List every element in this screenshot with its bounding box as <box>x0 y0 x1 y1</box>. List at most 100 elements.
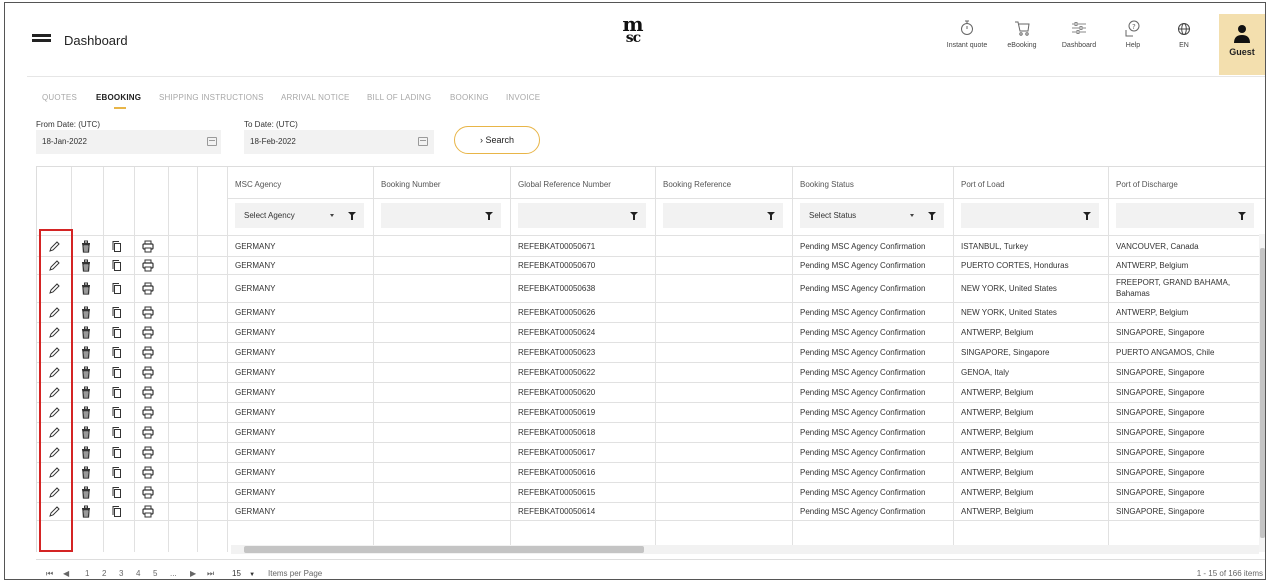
table-row[interactable]: GERMANY REFEBKAT00050623 Pending MSC Agenc… <box>37 343 1265 362</box>
copy-icon <box>112 467 121 478</box>
filter-icon[interactable] <box>485 212 493 220</box>
filter-icon[interactable] <box>630 212 638 220</box>
column-filter-field[interactable] <box>381 203 501 228</box>
column-filter-field[interactable]: Select Agency <box>235 203 364 228</box>
cell-agency: GERMANY <box>235 448 276 457</box>
page-1-button[interactable]: 1 <box>85 569 89 578</box>
print-icon <box>142 446 154 459</box>
table-row[interactable]: GERMANY REFEBKAT00050617 Pending MSC Agenc… <box>37 443 1265 462</box>
header-divider <box>27 76 1265 77</box>
page-3-button[interactable]: 3 <box>119 569 123 578</box>
column-header[interactable]: Port of Load <box>961 180 1005 189</box>
table-row[interactable]: GERMANY REFEBKAT00050624 Pending MSC Agenc… <box>37 323 1265 342</box>
horizontal-scrollbar[interactable] <box>231 545 1259 554</box>
vertical-scrollbar[interactable] <box>1259 234 1265 552</box>
cell-status: Pending MSC Agency Confirmation <box>800 284 926 293</box>
nav-instant-quote[interactable]: Instant quote <box>939 13 995 49</box>
copy-button[interactable] <box>111 282 123 300</box>
column-filter-field[interactable] <box>663 203 783 228</box>
last-page-button[interactable]: ⏭ <box>207 569 214 579</box>
column-filter-field[interactable]: Select Status <box>800 203 944 228</box>
table-row[interactable]: GERMANY REFEBKAT00050670 Pending MSC Agenc… <box>37 257 1265 274</box>
next-page-button[interactable]: ▶ <box>190 569 196 578</box>
cell-global-ref: REFEBKAT00050620 <box>518 388 596 397</box>
pagination-info: 1 - 15 of 166 items <box>1196 569 1263 578</box>
calendar-icon[interactable] <box>418 137 428 146</box>
page-4-button[interactable]: 4 <box>136 569 140 578</box>
tab-shipping-instructions[interactable]: SHIPPING INSTRUCTIONS <box>159 93 264 102</box>
page-2-button[interactable]: 2 <box>102 569 106 578</box>
calendar-icon[interactable] <box>207 137 217 146</box>
print-button[interactable] <box>142 282 154 300</box>
msc-logo[interactable]: m sc <box>613 14 653 45</box>
column-header[interactable]: Port of Discharge <box>1116 180 1178 189</box>
table-row[interactable]: GERMANY REFEBKAT00050622 Pending MSC Agenc… <box>37 363 1265 382</box>
cell-status: Pending MSC Agency Confirmation <box>800 388 926 397</box>
from-date-field[interactable]: 18-Jan-2022 <box>36 130 221 154</box>
column-filter-field[interactable] <box>1116 203 1254 228</box>
cell-pol: ANTWERP, Belgium <box>961 488 1034 497</box>
table-row[interactable]: GERMANY REFEBKAT00050618 Pending MSC Agenc… <box>37 423 1265 442</box>
tab-arrival-notice[interactable]: ARRIVAL NOTICE <box>281 93 350 102</box>
column-header[interactable]: MSC Agency <box>235 180 281 189</box>
scroll-thumb[interactable] <box>244 546 644 553</box>
print-icon <box>142 486 154 499</box>
table-row[interactable]: GERMANY REFEBKAT00050615 Pending MSC Agenc… <box>37 483 1265 502</box>
filter-icon[interactable] <box>928 212 936 220</box>
column-header[interactable]: Global Reference Number <box>518 180 611 189</box>
column-header[interactable]: Booking Status <box>800 180 854 189</box>
cell-global-ref: REFEBKAT00050626 <box>518 308 596 317</box>
to-date-label: To Date: (UTC) <box>244 120 298 129</box>
column-filter-field[interactable] <box>961 203 1099 228</box>
tab-bill-of-lading[interactable]: BILL OF LADING <box>367 93 431 102</box>
delete-icon <box>82 386 90 399</box>
chevron-right-icon: › <box>479 135 483 145</box>
filter-icon[interactable] <box>348 212 356 220</box>
search-button[interactable]: › Search <box>454 126 540 154</box>
cell-pol: NEW YORK, United States <box>961 308 1057 317</box>
first-page-button[interactable]: ⏮ <box>46 569 53 579</box>
tab-ebooking[interactable]: EBOOKING <box>96 93 142 109</box>
table-row[interactable]: GERMANY REFEBKAT00050638 Pending MSC Agenc… <box>37 275 1265 302</box>
tab-label: EBOOKING <box>96 93 142 102</box>
table-row[interactable]: GERMANY REFEBKAT00050616 Pending MSC Agenc… <box>37 463 1265 482</box>
table-row[interactable]: GERMANY REFEBKAT00050614 Pending MSC Agenc… <box>37 503 1265 520</box>
page-size-select[interactable]: 15 ▼ <box>232 569 255 578</box>
nav-ebooking[interactable]: eBooking <box>994 13 1050 49</box>
column-header[interactable]: Booking Reference <box>663 180 731 189</box>
filter-icon[interactable] <box>767 212 775 220</box>
nav-dashboard[interactable]: Dashboard <box>1051 13 1107 49</box>
menu-icon[interactable] <box>32 34 51 46</box>
filter-icon[interactable] <box>1083 212 1091 220</box>
to-date-field[interactable]: 18-Feb-2022 <box>244 130 434 154</box>
chevron-down-icon[interactable] <box>330 214 334 217</box>
guest-account-button[interactable]: Guest <box>1219 14 1265 75</box>
table-row[interactable]: GERMANY REFEBKAT00050619 Pending MSC Agenc… <box>37 403 1265 422</box>
nav-label: Help <box>1125 42 1141 49</box>
cell-status: Pending MSC Agency Confirmation <box>800 242 926 251</box>
tab-booking[interactable]: BOOKING <box>450 93 489 102</box>
cell-pol: PUERTO CORTES, Honduras <box>961 261 1069 270</box>
table-row[interactable]: GERMANY REFEBKAT00050626 Pending MSC Agenc… <box>37 303 1265 322</box>
column-header[interactable]: Booking Number <box>381 180 441 189</box>
delete-icon <box>82 366 90 379</box>
column-filter-field[interactable] <box>518 203 646 228</box>
cell-agency: GERMANY <box>235 408 276 417</box>
scroll-thumb[interactable] <box>1260 248 1265 538</box>
tab-quotes[interactable]: QUOTES <box>42 93 77 102</box>
table-row[interactable]: GERMANY REFEBKAT00050620 Pending MSC Agenc… <box>37 383 1265 402</box>
prev-page-button[interactable]: ◀ <box>63 569 69 578</box>
chevron-down-icon[interactable] <box>910 214 914 217</box>
filter-icon[interactable] <box>1238 212 1246 220</box>
delete-button[interactable] <box>80 282 92 300</box>
page-5-button[interactable]: 5 <box>153 569 157 578</box>
bookings-grid: MSC Agency Select Agency Booking Number Glo… <box>36 166 1265 552</box>
table-row[interactable]: GERMANY REFEBKAT00050671 Pending MSC Agenc… <box>37 236 1265 256</box>
more-pages-button[interactable]: ... <box>170 569 177 578</box>
copy-icon <box>112 260 121 271</box>
cell-pod: SINGAPORE, Singapore <box>1116 368 1205 377</box>
cell-pod: VANCOUVER, Canada <box>1116 242 1199 251</box>
nav-help[interactable]: ? Help <box>1105 13 1161 49</box>
nav-language[interactable]: EN <box>1156 13 1212 49</box>
tab-invoice[interactable]: INVOICE <box>506 93 540 102</box>
